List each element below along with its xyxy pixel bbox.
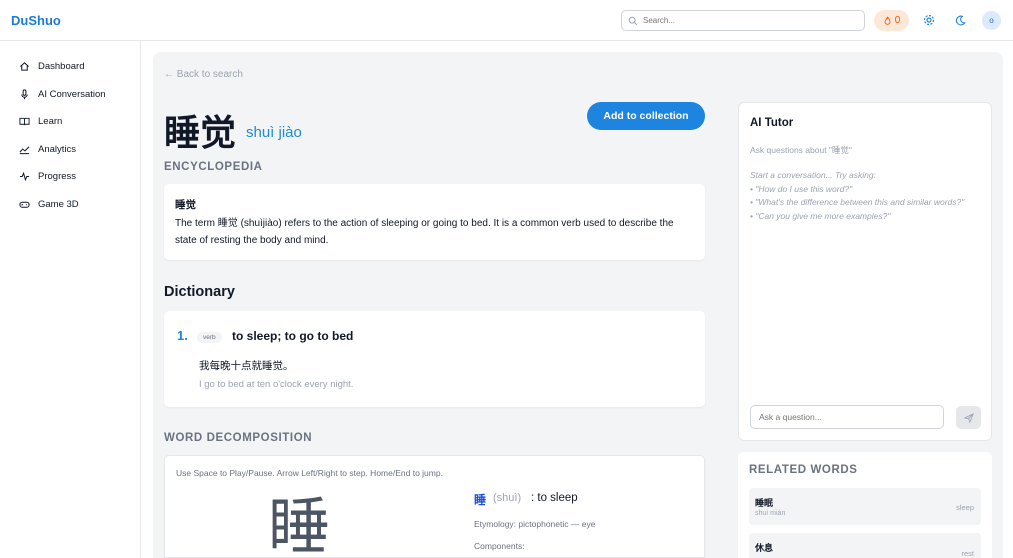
- keyboard-hint: Use Space to Play/Pause. Arrow Left/Righ…: [176, 468, 443, 478]
- word-decomposition-label: WORD DECOMPOSITION: [164, 432, 313, 444]
- related-word-item[interactable]: 睡眠 shuì mián sleep: [749, 488, 981, 525]
- related-word-item[interactable]: 休息 rest: [749, 533, 981, 558]
- headword: 睡觉: [164, 113, 237, 154]
- home-icon: [20, 61, 29, 71]
- ai-tutor-suggestions: Start a conversation... Try asking: • "H…: [750, 169, 975, 223]
- related-word-meaning: sleep: [956, 503, 974, 512]
- sidebar-item-label: Progress: [38, 170, 77, 182]
- related-words-panel: RELATED WORDS 睡眠 shuì mián sleep 休息 rest: [738, 452, 992, 558]
- related-word: 睡眠: [755, 499, 774, 509]
- dictionary-heading: Dictionary: [164, 284, 235, 300]
- suggestion-line: Start a conversation... Try asking:: [750, 170, 876, 180]
- related-word-meaning: rest: [961, 549, 974, 558]
- suggestion-line: • "Can you give me more examples?": [750, 210, 891, 221]
- etymology-text: Etymology: pictophonetic — eye: [474, 519, 596, 529]
- activity-icon: [19, 171, 30, 181]
- search-icon: [628, 16, 638, 25]
- add-to-collection-button[interactable]: Add to collection: [587, 102, 705, 130]
- sidebar-item-label: AI Conversation: [38, 88, 106, 100]
- settings-button[interactable]: [921, 12, 937, 28]
- ai-tutor-subtitle: Ask questions about "睡觉": [750, 145, 852, 155]
- component-meaning: : to sleep: [531, 492, 578, 504]
- brand-logo[interactable]: DuShuo: [11, 13, 61, 28]
- sidebar-item-label: Analytics: [38, 143, 77, 155]
- microphone-icon: [21, 88, 28, 99]
- moon-icon: [955, 15, 966, 25]
- sidebar: Dashboard AI Conversation Learn Analytic…: [0, 41, 141, 558]
- streak-badge[interactable]: 0: [874, 10, 909, 31]
- sidebar-item-label: Game 3D: [38, 198, 79, 210]
- flame-icon: [884, 16, 891, 25]
- send-button[interactable]: [956, 406, 981, 429]
- sidebar-item-dashboard[interactable]: Dashboard: [19, 58, 84, 74]
- search-input[interactable]: [643, 16, 853, 25]
- gamepad-icon: [19, 201, 30, 208]
- related-word-pinyin: shuì mián: [755, 510, 786, 517]
- avatar[interactable]: o: [982, 11, 1001, 30]
- dictionary-sense-card: 1. verb to sleep; to go to bed 我每晚十点就睡觉。…: [164, 311, 705, 407]
- example-chinese: 我每晚十点就睡觉。: [199, 360, 294, 372]
- sidebar-item-label: Learn: [38, 115, 63, 127]
- sidebar-item-analytics[interactable]: Analytics: [19, 141, 76, 157]
- headword-pinyin[interactable]: shuì jiào: [246, 124, 302, 141]
- example-english: I go to bed at ten o'clock every night.: [199, 379, 354, 390]
- encyclopedia-label: ENCYCLOPEDIA: [164, 161, 263, 173]
- back-to-search-link[interactable]: ← Back to search: [164, 69, 243, 80]
- send-icon: [963, 412, 974, 423]
- suggestion-line: • "What's the difference between this an…: [750, 197, 965, 207]
- sidebar-item-label: Dashboard: [38, 60, 85, 72]
- part-of-speech-badge: verb: [197, 332, 222, 343]
- encyclopedia-text: The term 睡觉 (shuìjiào) refers to the act…: [175, 218, 674, 246]
- component-character[interactable]: 睡: [474, 491, 486, 508]
- sidebar-item-learn[interactable]: Learn: [19, 113, 62, 129]
- sense-number: 1.: [177, 328, 188, 343]
- suggestion-line: • "How do I use this word?": [750, 183, 853, 194]
- top-bar: DuShuo 0 o: [0, 0, 1013, 41]
- sense-definition: to sleep; to go to bed: [232, 329, 354, 343]
- word-decomposition-card[interactable]: Use Space to Play/Pause. Arrow Left/Righ…: [164, 455, 705, 558]
- ai-tutor-panel: AI Tutor Ask questions about "睡觉" Start …: [738, 102, 992, 441]
- encyclopedia-card: 睡觉 The term 睡觉 (shuìjiào) refers to the …: [164, 184, 705, 260]
- search-box[interactable]: [621, 10, 865, 31]
- related-words-title: RELATED WORDS: [749, 464, 858, 476]
- ai-tutor-title: AI Tutor: [750, 117, 794, 129]
- sidebar-item-ai-conversation[interactable]: AI Conversation: [19, 86, 106, 102]
- gear-icon: [923, 14, 935, 26]
- related-word: 休息: [755, 544, 774, 554]
- chart-icon: [19, 145, 30, 154]
- streak-count: 0: [894, 15, 901, 26]
- encyclopedia-title: 睡觉: [175, 199, 196, 211]
- components-label: Components:: [474, 541, 525, 551]
- stroke-animation-character[interactable]: 睡: [268, 496, 330, 558]
- book-icon: [19, 117, 30, 125]
- component-pinyin: (shuì): [493, 492, 522, 504]
- theme-toggle-button[interactable]: [952, 12, 968, 28]
- sidebar-item-progress[interactable]: Progress: [19, 168, 76, 184]
- sidebar-item-game-3d[interactable]: Game 3D: [19, 196, 79, 212]
- ask-question-input[interactable]: [750, 405, 944, 429]
